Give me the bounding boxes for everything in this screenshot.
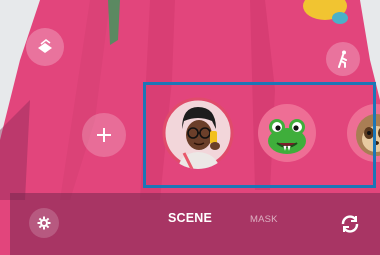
add-avatar-button[interactable] xyxy=(82,113,126,157)
filter-icon xyxy=(38,39,52,53)
pose-button[interactable] xyxy=(326,42,360,76)
walking-person-icon xyxy=(338,50,347,68)
avatar-self[interactable] xyxy=(162,97,234,169)
gear-icon xyxy=(37,216,51,230)
filter-button[interactable] xyxy=(26,28,64,66)
settings-button[interactable] xyxy=(29,208,59,238)
switch-camera-button[interactable] xyxy=(336,210,364,238)
plus-icon xyxy=(97,128,111,142)
avatar-frog[interactable] xyxy=(257,103,317,163)
switch-camera-icon xyxy=(341,215,359,233)
tab-mask[interactable]: MASK xyxy=(250,214,278,225)
avatar-frog-image xyxy=(258,104,316,162)
avatar-self-image xyxy=(162,97,234,169)
ar-emoji-camera-screen: SCENE MASK xyxy=(0,0,380,255)
tab-scene[interactable]: SCENE xyxy=(168,211,212,225)
